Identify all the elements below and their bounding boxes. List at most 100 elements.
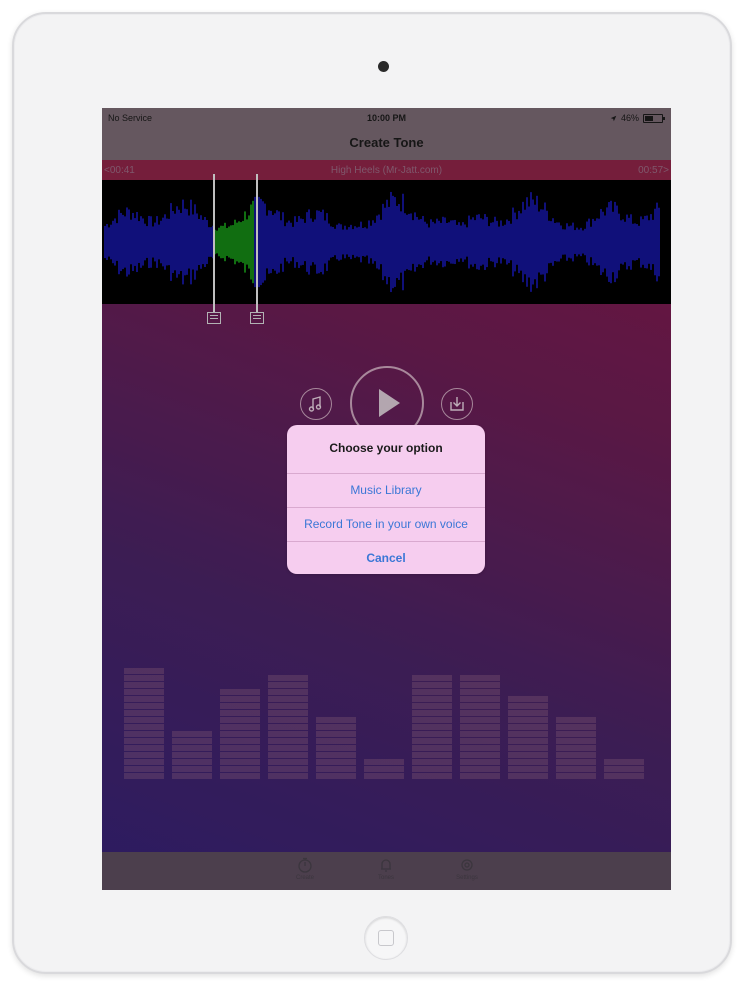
trim-end-line [256,174,258,312]
tab-settings[interactable]: Settings [442,854,492,881]
equalizer-segment [124,682,164,688]
camera [378,61,389,72]
music-library-option[interactable]: Music Library [287,474,485,507]
download-icon [450,397,464,411]
equalizer-segment [268,738,308,744]
equalizer-segment [316,724,356,730]
tab-label: Tones [377,875,394,881]
tab-tones[interactable]: Tones [361,854,411,881]
choose-option-dialog: Choose your option Music Library Record … [287,425,485,574]
equalizer-segment [124,745,164,751]
equalizer-segment [460,710,500,716]
equalizer-segment [220,717,260,723]
cancel-button[interactable]: Cancel [287,542,485,574]
equalizer-segment [124,689,164,695]
home-button[interactable] [364,916,408,960]
equalizer-segment [412,766,452,772]
equalizer-segment [412,724,452,730]
equalizer-segment [172,759,212,765]
equalizer-segment [124,766,164,772]
equalizer-segment [124,752,164,758]
equalizer-segment [268,689,308,695]
equalizer-segment [412,717,452,723]
equalizer-segment [412,731,452,737]
equalizer-segment [268,724,308,730]
equalizer-segment [172,731,212,737]
equalizer-segment [460,724,500,730]
equalizer-segment [268,717,308,723]
equalizer-segment [268,703,308,709]
equalizer-segment [316,717,356,723]
track-info-bar: <00:41 High Heels (Mr-Jatt.com) 00:57> [102,160,671,180]
equalizer-segment [220,738,260,744]
equalizer-segment [220,689,260,695]
equalizer-segment [124,703,164,709]
equalizer-segment [412,682,452,688]
record-voice-option[interactable]: Record Tone in your own voice [287,508,485,541]
equalizer-segment [508,745,548,751]
tab-label: Create [295,875,314,881]
music-note-icon [308,396,322,412]
music-library-button[interactable] [300,388,332,420]
equalizer-segment [268,710,308,716]
equalizer-segment [364,773,404,779]
equalizer-segment [460,773,500,779]
trim-end-handle[interactable] [250,312,264,324]
equalizer-segment [556,759,596,765]
equalizer-segment [316,773,356,779]
equalizer-segment [220,766,260,772]
equalizer-segment [364,766,404,772]
equalizer-segment [316,745,356,751]
trim-start-handle[interactable] [207,312,221,324]
navigation-bar: Create Tone [102,128,671,160]
equalizer-segment [508,696,548,702]
equalizer-segment [508,759,548,765]
tab-create[interactable]: Create [280,854,330,881]
status-bar: No Service 10:00 PM 46% [102,108,671,128]
equalizer-segment [364,759,404,765]
save-tone-button[interactable] [441,388,473,420]
equalizer-segment [268,766,308,772]
equalizer-segment [124,710,164,716]
equalizer-segment [268,696,308,702]
equalizer-segment [460,703,500,709]
equalizer-segment [460,682,500,688]
equalizer-segment [604,773,644,779]
equalizer-segment [556,724,596,730]
equalizer-segment [412,696,452,702]
equalizer-segment [556,717,596,723]
equalizer-segment [220,745,260,751]
battery-percent: 46% [620,113,639,123]
equalizer-segment [460,745,500,751]
equalizer-segment [508,724,548,730]
equalizer-segment [412,675,452,681]
gear-icon [461,859,473,871]
equalizer-segment [268,752,308,758]
equalizer-segment [556,773,596,779]
equalizer-segment [508,710,548,716]
track-title: High Heels (Mr-Jatt.com) [330,165,443,176]
equalizer-segment [124,717,164,723]
equalizer-segment [412,703,452,709]
equalizer-segment [124,738,164,744]
equalizer-segment [460,752,500,758]
equalizer-segment [460,766,500,772]
equalizer-segment [220,696,260,702]
equalizer-segment [508,717,548,723]
equalizer-segment [460,731,500,737]
equalizer-segment [268,675,308,681]
equalizer-segment [556,752,596,758]
equalizer-segment [316,766,356,772]
equalizer-segment [316,759,356,765]
equalizer-segment [604,766,644,772]
equalizer-segment [172,752,212,758]
stopwatch-icon [298,857,312,873]
equalizer-segment [412,773,452,779]
waveform-graphic [104,191,660,293]
equalizer-segment [460,689,500,695]
audio-waveform[interactable] [102,180,671,304]
equalizer-segment [220,703,260,709]
equalizer-segment [412,689,452,695]
end-time[interactable]: 00:57> [638,165,669,176]
equalizer-segment [124,675,164,681]
